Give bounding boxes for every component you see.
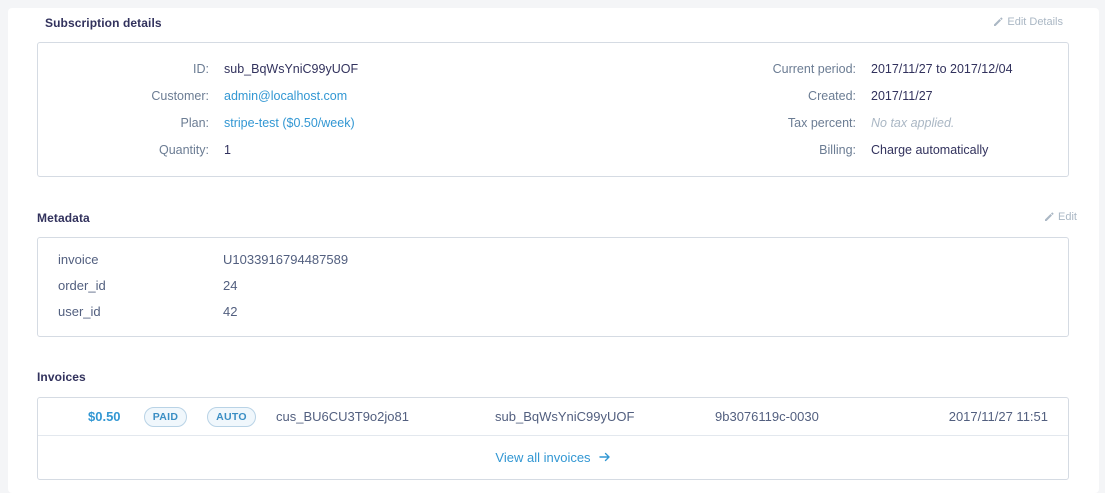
edit-details-label: Edit Details [1007,16,1063,28]
view-all-invoices-label: View all invoices [495,449,591,465]
subscription-details-box: ID: sub_BqWsYniC99yUOF Customer: admin@l… [37,42,1069,177]
edit-details-link[interactable]: Edit Details [993,16,1063,28]
plan-link[interactable]: stripe-test ($0.50/week) [224,116,355,130]
invoice-customer: cus_BU6CU3T9o2jo81 [276,409,409,424]
arrow-right-icon [598,451,611,463]
billing-value: Charge automatically [871,143,989,157]
paid-status-badge: PAID [144,407,187,427]
auto-billing-badge: AUTO [207,407,256,427]
subscription-details-title: Subscription details [45,16,162,30]
quantity-label: Quantity: [158,143,209,157]
metadata-title: Metadata [37,211,90,225]
invoices-box: $0.50 PAID AUTO cus_BU6CU3T9o2jo81 sub_B… [37,397,1069,480]
customer-link[interactable]: admin@localhost.com [224,89,347,103]
metadata-key: invoice [58,252,99,267]
subscription-card: Subscription details Edit Details ID: su… [8,8,1099,493]
metadata-key: order_id [58,278,106,293]
id-value: sub_BqWsYniC99yUOF [224,62,359,76]
view-all-invoices-link[interactable]: View all invoices [38,436,1068,478]
customer-label: Customer: [151,89,209,103]
invoices-title: Invoices [37,370,86,384]
created-label: Created: [808,89,856,103]
id-label: ID: [193,62,209,76]
metadata-key: user_id [58,304,101,319]
metadata-value: 24 [223,278,238,293]
metadata-box: invoice U1033916794487589 order_id 24 us… [37,237,1069,337]
tax-percent-label: Tax percent: [787,116,856,130]
current-period-label: Current period: [772,62,856,76]
metadata-value: U1033916794487589 [223,252,349,267]
metadata-value: 42 [223,304,238,319]
current-period-value: 2017/11/27 to 2017/12/04 [871,62,1013,76]
pencil-icon [993,17,1003,27]
invoice-row[interactable]: $0.50 PAID AUTO cus_BU6CU3T9o2jo81 sub_B… [38,398,1068,436]
invoice-date: 2017/11/27 11:51 [948,409,1048,424]
pencil-icon [1044,212,1054,222]
billing-label: Billing: [819,143,856,157]
edit-metadata-link[interactable]: Edit [1044,211,1077,223]
invoice-number: 9b3076119c-0030 [715,409,819,424]
invoice-subscription: sub_BqWsYniC99yUOF [495,409,635,424]
quantity-value: 1 [224,143,231,157]
tax-percent-value: No tax applied. [871,116,955,130]
plan-label: Plan: [180,116,210,130]
created-value: 2017/11/27 [871,89,933,103]
invoice-amount: $0.50 [88,409,121,424]
edit-metadata-label: Edit [1058,211,1077,223]
